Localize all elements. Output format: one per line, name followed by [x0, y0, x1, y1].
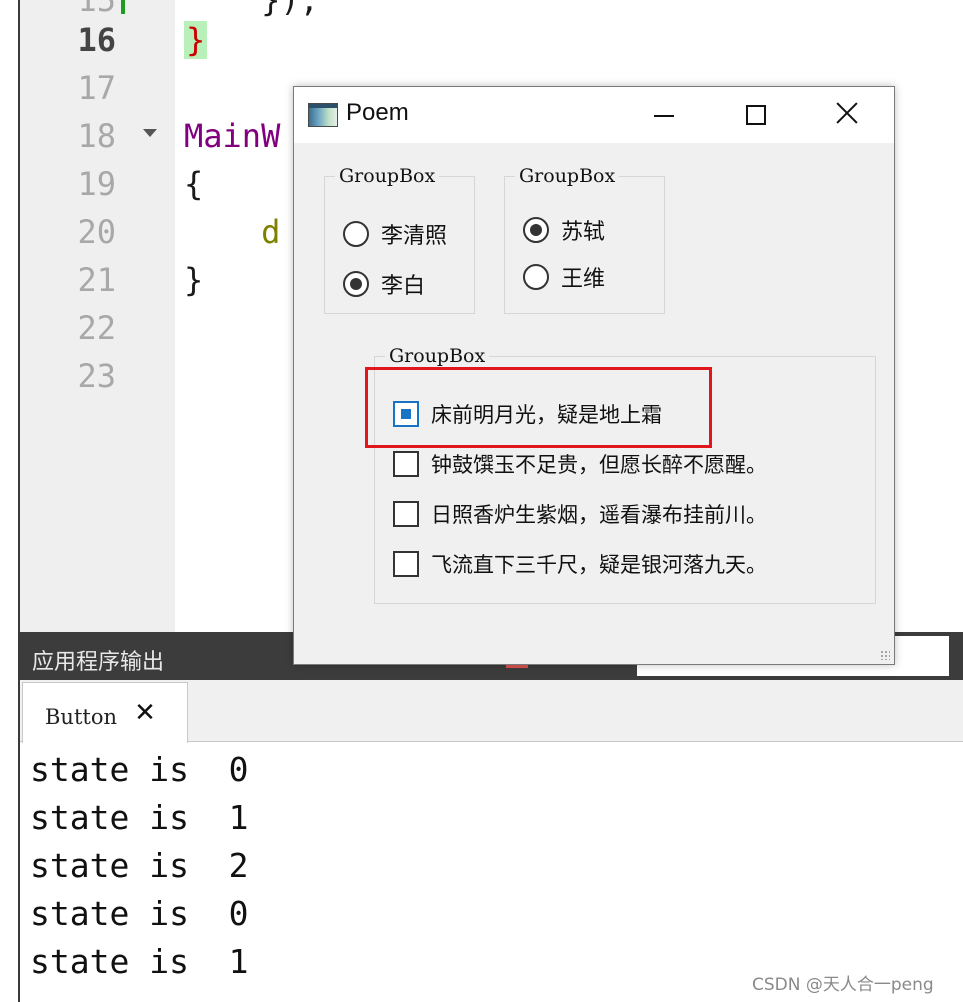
change-marker [121, 0, 125, 14]
groupbox-1: GroupBox 李清照 李白 [324, 165, 475, 314]
checkbox-indicator[interactable] [393, 451, 419, 477]
checkbox-poem-2[interactable]: 钟鼓馔玉不足贵，但愿长醉不愿醒。 [393, 449, 767, 479]
groupbox-title: GroupBox [385, 345, 490, 367]
watermark: CSDN @天人合一peng [752, 975, 934, 995]
checkbox-label: 日照香炉生紫烟，遥看瀑布挂前川。 [431, 503, 767, 527]
matched-brace: } [184, 21, 208, 59]
app-icon [308, 103, 338, 127]
line-number: 17 [77, 69, 116, 107]
dialog-titlebar[interactable]: Poem [294, 87, 894, 143]
radio-label: 李白 [381, 274, 426, 299]
close-icon[interactable]: ✕ [131, 699, 159, 727]
output-line: state is 2 [30, 846, 249, 885]
output-pane-title: 应用程序输出 [32, 650, 165, 675]
checkbox-label: 飞流直下三千尺，疑是银河落九天。 [431, 553, 767, 577]
groupbox-2: GroupBox 苏轼 王维 [504, 165, 665, 314]
code-line: } [184, 16, 208, 64]
output-tab-strip: Button ✕ [20, 680, 963, 743]
fold-arrow-icon[interactable] [143, 129, 157, 137]
radio-label: 苏轼 [561, 220, 606, 245]
line-number: 20 [77, 213, 116, 251]
minimize-icon[interactable] [654, 115, 674, 117]
line-number: 18 [77, 117, 116, 155]
dialog-title: Poem [346, 99, 409, 126]
radio-indicator[interactable] [523, 217, 549, 243]
groupbox-title: GroupBox [515, 165, 620, 187]
code-line: d [184, 213, 281, 251]
code-line: MainW [184, 117, 281, 155]
resize-grip[interactable] [880, 650, 890, 660]
output-line: state is 0 [30, 894, 249, 933]
checkbox-indicator[interactable] [393, 501, 419, 527]
radio-indicator[interactable] [343, 271, 369, 297]
annotation-highlight-box [365, 367, 712, 448]
radio-li-bai[interactable]: 李白 [343, 268, 425, 300]
window-left-border [18, 0, 20, 1002]
line-number-current: 16 [77, 21, 116, 59]
checkbox-poem-3[interactable]: 日照香炉生紫烟，遥看瀑布挂前川。 [393, 499, 767, 529]
checkbox-label: 钟鼓馔玉不足贵，但愿长醉不愿醒。 [431, 453, 767, 477]
checkbox-poem-4[interactable]: 飞流直下三千尺，疑是银河落九天。 [393, 549, 767, 579]
radio-su-shi[interactable]: 苏轼 [523, 214, 605, 246]
radio-wang-wei[interactable]: 王维 [523, 261, 605, 293]
output-line: state is 1 [30, 942, 249, 981]
output-line: state is 1 [30, 798, 249, 837]
radio-li-qingzhao[interactable]: 李清照 [343, 218, 447, 250]
radio-label: 王维 [561, 267, 606, 292]
output-line: state is 0 [30, 750, 249, 789]
line-number: 22 [77, 309, 116, 347]
radio-label: 李清照 [381, 224, 448, 249]
line-number: 23 [77, 357, 116, 395]
close-icon[interactable] [830, 97, 864, 131]
maximize-icon[interactable] [746, 105, 766, 125]
line-number: 19 [77, 165, 116, 203]
groupbox-title: GroupBox [335, 165, 440, 187]
tab-button[interactable]: Button ✕ [22, 682, 188, 743]
radio-indicator[interactable] [523, 264, 549, 290]
checkbox-indicator[interactable] [393, 551, 419, 577]
code-line: { [184, 165, 204, 203]
line-number: 21 [77, 261, 116, 299]
tab-label: Button [45, 705, 118, 729]
radio-indicator[interactable] [343, 221, 369, 247]
code-line: } [184, 261, 204, 299]
